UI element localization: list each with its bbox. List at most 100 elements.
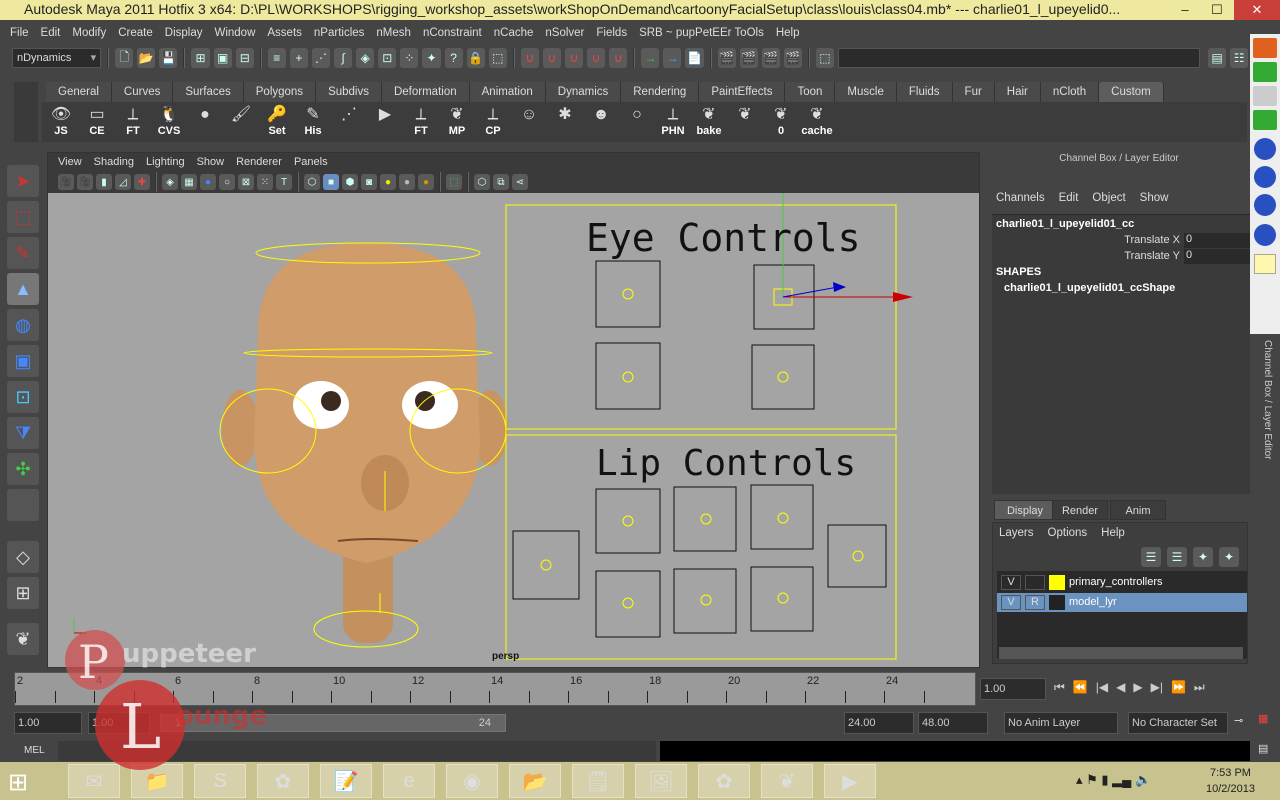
safe-action-icon[interactable]: ⁙	[257, 174, 273, 190]
shelf-button-ft[interactable]: ⟂ FT	[406, 105, 436, 139]
play-forward-icon[interactable]: ▶	[1133, 680, 1142, 695]
taskbar-notepad-icon[interactable]: 🗒	[572, 764, 624, 798]
layer-display-type-toggle[interactable]	[1025, 575, 1045, 590]
channel-name-translate-y[interactable]: Translate Y	[1124, 250, 1180, 262]
close-button[interactable]: ✕	[1234, 0, 1280, 20]
layer-display-type-toggle[interactable]: R	[1025, 595, 1045, 610]
snap-curve-icon[interactable]: ∪	[542, 48, 561, 68]
lock-icon[interactable]: 🔒	[466, 48, 485, 68]
mel-input[interactable]	[58, 741, 656, 761]
shelf-button-13[interactable]: ☺	[514, 105, 544, 139]
snap-grid-icon[interactable]: ∪	[520, 48, 539, 68]
mask-icon[interactable]: ≡	[267, 48, 286, 68]
soft-mod-tool-icon[interactable]: ⧩	[7, 417, 39, 449]
shelf-tab-surfaces[interactable]: Surfaces	[173, 82, 244, 102]
taskbar-notepad-icon[interactable]: 📝	[320, 764, 372, 798]
menu-srb-puppeteer-tools[interactable]: SRB ~ pupPetEEr ToOls	[633, 24, 770, 44]
recorder-back-button[interactable]	[1253, 38, 1277, 58]
step-forward-key-icon[interactable]: ⏩	[1171, 680, 1186, 695]
layer-color-swatch[interactable]	[1049, 575, 1065, 590]
channel-box-toggle-icon[interactable]: ☷	[1230, 48, 1249, 68]
channel-menu-edit[interactable]: Edit	[1059, 192, 1079, 204]
shelf-button-set[interactable]: 🔑 Set	[262, 105, 292, 139]
menu-edit[interactable]: Edit	[35, 24, 67, 44]
empty-tool-slot[interactable]	[7, 489, 39, 521]
share-icon[interactable]: ⋖	[512, 174, 528, 190]
render-current-icon[interactable]: 🎬	[739, 48, 758, 68]
select-tool-icon[interactable]: ➤	[7, 165, 39, 197]
shadows-icon[interactable]: ●	[399, 174, 415, 190]
anim-layer-dropdown[interactable]: No Anim Layer	[1004, 712, 1118, 734]
system-tray-icons[interactable]: ▴ ⚑ ▮ ▂▄ 🔈	[1076, 772, 1151, 788]
shelf-tab-curves[interactable]: Curves	[111, 82, 174, 102]
highlight-select-icon[interactable]: ⬚	[488, 48, 507, 68]
dynamic-mask-icon[interactable]: ⁘	[400, 48, 419, 68]
character-set-dropdown[interactable]: No Character Set	[1128, 712, 1228, 734]
create-empty-layer-icon[interactable]: ✦	[1193, 547, 1213, 567]
layer-menu-layers[interactable]: Layers	[999, 527, 1034, 539]
scale-tool-icon[interactable]: ▣	[7, 345, 39, 377]
menu-modify[interactable]: Modify	[66, 24, 112, 44]
layer-menu-options[interactable]: Options	[1048, 527, 1088, 539]
start-time-field[interactable]: 1.00	[14, 712, 82, 734]
xray-icon[interactable]: ⬡	[474, 174, 490, 190]
menu-file[interactable]: File	[4, 24, 35, 44]
shelf-button-14[interactable]: ✱	[550, 105, 580, 139]
select-component-icon[interactable]: ⊟	[235, 48, 254, 68]
render-settings-icon[interactable]: 🎬	[783, 48, 802, 68]
shelf-tab-toon[interactable]: Toon	[785, 82, 836, 102]
field-chart-icon[interactable]: ⊠	[238, 174, 254, 190]
misc-mask-icon[interactable]: ?	[444, 48, 463, 68]
handle-mask-icon[interactable]: +	[289, 48, 308, 68]
shelf-button-4[interactable]: ●	[190, 105, 220, 139]
camera-select-icon[interactable]: 🎥	[58, 174, 74, 190]
input-ops-icon[interactable]: →	[641, 48, 660, 68]
channel-menu-channels[interactable]: Channels	[996, 192, 1045, 204]
shelf-button-cache[interactable]: ❦ cache	[801, 105, 832, 139]
viewport-menu-shading[interactable]: Shading	[88, 153, 140, 171]
layer-row-model-lyr[interactable]: V Rmodel_lyr	[997, 593, 1247, 612]
taskbar-chrome-icon[interactable]: ◉	[446, 764, 498, 798]
shelf-tab-dynamics[interactable]: Dynamics	[545, 82, 622, 102]
animation-preferences-icon[interactable]: ▦	[1258, 712, 1268, 725]
range-bar[interactable]: 1 24	[160, 714, 506, 732]
recorder-highlight-button[interactable]	[1254, 224, 1276, 246]
channel-box-side-tab[interactable]: Channel Box / Layer Editor	[1255, 340, 1273, 480]
last-tool-icon[interactable]: ✣	[7, 453, 39, 485]
render-view-icon[interactable]: 🎬	[717, 48, 736, 68]
channel-menu-show[interactable]: Show	[1140, 192, 1169, 204]
safe-title-icon[interactable]: T	[276, 174, 292, 190]
wireframe-icon[interactable]: ⬡	[304, 174, 320, 190]
open-scene-icon[interactable]: 📂	[137, 48, 156, 68]
go-to-end-icon[interactable]: ⏭	[1194, 680, 1205, 695]
script-editor-icon[interactable]: ▤	[1258, 742, 1268, 755]
film-gate-icon[interactable]: ▦	[181, 174, 197, 190]
new-scene-icon[interactable]: 🗋	[115, 48, 134, 68]
input-line-icon[interactable]: ⬚	[815, 48, 835, 68]
render-mask-icon[interactable]: ✦	[422, 48, 441, 68]
viewport-canvas[interactable]: Eye Controls Lip Controls persp	[48, 193, 979, 667]
shelf-tab-deformation[interactable]: Deformation	[381, 82, 470, 102]
paint-select-tool-icon[interactable]: ✎	[7, 237, 39, 269]
recorder-display-button[interactable]	[1254, 194, 1276, 216]
go-to-start-icon[interactable]: ⏮	[1054, 680, 1065, 695]
taskbar-flower-icon[interactable]: ✿	[257, 764, 309, 798]
snap-live-icon[interactable]: ∪	[609, 48, 628, 68]
menu-ncache[interactable]: nCache	[488, 24, 540, 44]
move-layer-down-icon[interactable]: ☰	[1167, 547, 1187, 567]
manipulator-tool-icon[interactable]: ⊡	[7, 381, 39, 413]
shelf-button-js[interactable]: 👁 JS	[46, 105, 76, 139]
shelf-button-5[interactable]: 🖌	[226, 105, 256, 139]
viewport-menu-show[interactable]: Show	[191, 153, 231, 171]
shape-node-name[interactable]: charlie01_l_upeyelid01_ccShape	[1004, 282, 1175, 294]
four-pane-layout-icon[interactable]: ⊞	[7, 577, 39, 609]
snap-point-icon[interactable]: ∪	[564, 48, 584, 68]
camera-attributes-icon[interactable]: 🎥	[77, 174, 93, 190]
layer-color-swatch[interactable]	[1049, 595, 1065, 610]
bookmark-icon[interactable]: ▮	[96, 174, 112, 190]
taskbar-ie-icon[interactable]: e	[383, 764, 435, 798]
taskbar-skype-icon[interactable]: S	[194, 764, 246, 798]
xray-joints-icon[interactable]: ⧉	[493, 174, 509, 190]
mel-label[interactable]: MEL	[24, 745, 45, 756]
shelf-tab-hair[interactable]: Hair	[994, 82, 1041, 102]
